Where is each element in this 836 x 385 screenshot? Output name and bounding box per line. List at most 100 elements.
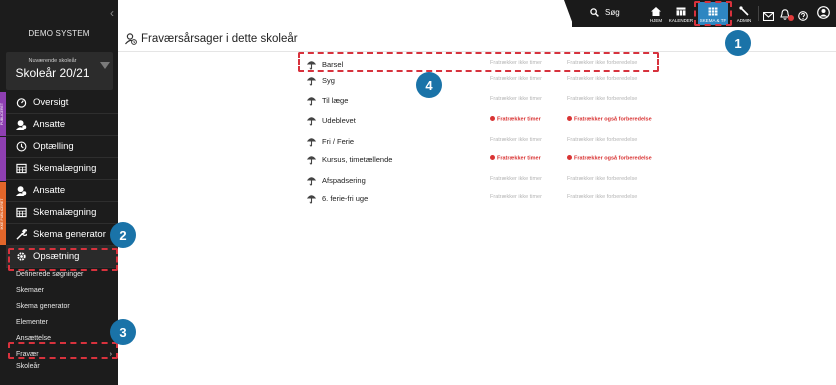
prep-deduction-status: Fratrækker ikke forberedelse [567,76,657,83]
subitem-definerede-soegninger[interactable]: Definerede søgninger [16,271,83,278]
highlight-fravaer [8,342,118,359]
absence-row[interactable]: Afspadsering Fratrækker ikke timer Fratræk… [306,173,656,189]
hours-deduction-text: Fratrækker ikke timer [490,76,542,82]
sidebar: ‹ DEMO SYSTEM Nuværende skoleår Skoleår … [0,0,118,385]
umbrella-person-icon [306,97,317,106]
sidebar-item-label: Ansatte [33,119,66,130]
prep-deduction-text: Fratrækker også forberedelse [574,116,652,123]
warning-dot-icon [490,155,495,160]
hours-deduction-status: Fratrækker ikke timer [490,137,542,143]
sidebar-item-label: Skemalægning [33,207,97,218]
hours-deduction-text: Fratrækker ikke timer [490,194,542,200]
app-root: ‹ DEMO SYSTEM Nuværende skoleår Skoleår … [0,0,836,385]
calendar-icon [16,207,27,218]
user-icon[interactable] [817,6,830,24]
clock-icon [16,141,27,152]
prep-deduction-text: Fratrækker ikke forberedelse [567,176,638,182]
umbrella-person-icon [306,177,317,186]
calendar-icon [16,163,27,174]
highlight-opsaetning [8,248,118,271]
page-title-text: Fraværsårsager i dette skoleår [141,33,298,45]
prep-deduction-status: Fratrækker ikke forberedelse [567,96,657,103]
hours-deduction-text: Fratrækker timer [497,155,541,162]
nav-kalender-label: KALENDER [668,18,694,23]
umbrella-person-icon [306,195,317,204]
section-unpublished-label: IKKE PUBLICERET [0,198,4,229]
school-year-selector[interactable]: Nuværende skoleår Skoleår 20/21 [6,52,113,90]
prep-deduction-status: Fratrækker også forberedelse [567,155,657,163]
callout-1: 1 [725,30,751,56]
subitem-skoleaar[interactable]: Skoleår [16,363,40,370]
sidebar-item-skemalaegning-unpublished[interactable]: Skemalægning [6,202,118,224]
search-button[interactable]: Søg [590,8,620,17]
prep-deduction-status: Fratrækker ikke forberedelse [567,176,657,183]
sidebar-item-skema-generator[interactable]: Skema generator [6,224,118,246]
caret-down-icon [100,62,110,69]
absence-name: Afspadsering [322,176,366,185]
nav-kalender-button[interactable]: KALENDER [666,2,696,25]
absence-row[interactable]: Syg Fratrækker ikke timer Fratrækker ikke … [306,73,656,89]
nav-admin-button[interactable]: ADMIN [732,2,756,25]
absence-name: Syg [322,76,335,85]
absence-row[interactable]: 6. ferie-fri uge Fratrækker ikke timer Fra… [306,191,656,207]
warning-dot-icon [567,116,572,121]
hours-deduction-text: Fratrækker ikke timer [490,96,542,102]
topbar-divider [758,6,759,21]
hours-deduction-status: Fratrækker timer [490,155,541,162]
highlight-row-barsel [298,52,659,72]
absence-row[interactable]: Udeblevet Fratrækker timer Fratrækker også… [306,113,656,129]
absence-row[interactable]: Kursus, timetællende Fratrækker timer Frat… [306,152,656,168]
prep-deduction-status: Fratrækker ikke forberedelse [567,194,657,201]
absence-row[interactable]: Til læge Fratrækker ikke timer Fratrækker … [306,93,656,109]
sidebar-item-ansatte-unpublished[interactable]: Ansatte [6,180,118,202]
absence-name: Kursus, timetællende [322,155,393,164]
prep-deduction-status: Fratrækker også forberedelse [567,116,657,124]
hours-deduction-text: Fratrækker timer [497,116,541,123]
sidebar-item-ansatte[interactable]: Ansatte [6,114,118,136]
subitem-skema-generator[interactable]: Skema generator [16,303,70,310]
callout-4: 4 [416,72,442,98]
wrench-icon [739,6,749,16]
prep-deduction-text: Fratrækker ikke forberedelse [567,137,638,143]
absence-row[interactable]: Fri / Ferie Fratrækker ikke timer Fratrækk… [306,134,656,150]
sidebar-item-oversigt[interactable]: Oversigt [6,92,118,114]
absence-name: 6. ferie-fri uge [322,194,369,203]
users-icon [16,185,27,196]
absence-name: Fri / Ferie [322,137,355,146]
sidebar-item-optaelling[interactable]: Optælling [6,136,118,158]
hours-deduction-text: Fratrækker ikke timer [490,137,542,143]
notification-badge [788,15,794,21]
prep-deduction-text: Fratrækker også forberedelse [574,155,652,162]
sidebar-item-label: Skemalægning [33,163,97,174]
warning-dot-icon [567,155,572,160]
page-title: Fraværsårsager i dette skoleår [125,33,298,45]
hours-deduction-status: Fratrækker ikke timer [490,76,542,82]
absence-name: Udeblevet [322,116,356,125]
calendar-icon [676,7,686,16]
sidebar-item-label: Optælling [33,141,74,152]
help-icon[interactable] [798,8,808,26]
users-icon [16,119,27,130]
umbrella-person-icon [306,77,317,86]
prep-deduction-text: Fratrækker ikke forberedelse [567,96,638,102]
sidebar-item-label: Oversigt [33,97,69,108]
subitem-skemaer[interactable]: Skemaer [16,287,44,294]
subitem-ansaettelse[interactable]: Ansættelse [16,335,51,342]
umbrella-person-icon [306,156,317,165]
hours-deduction-status: Fratrækker ikke timer [490,96,542,102]
umbrella-person-icon [306,117,317,126]
search-icon [590,8,599,17]
collapse-sidebar-icon[interactable]: ‹ [110,6,114,20]
hours-deduction-status: Fratrækker ikke timer [490,194,542,200]
highlight-skema-tf [694,1,732,26]
sidebar-item-label: Skema generator [33,229,106,240]
nav-hjem-button[interactable]: HJEM [645,2,667,25]
sidebar-item-skemalaegning[interactable]: Skemalægning [6,158,118,180]
mail-icon[interactable] [762,8,775,26]
nav-hjem-label: HJEM [649,18,663,23]
subitem-elementer[interactable]: Elementer [16,319,48,326]
hours-deduction-status: Fratrækker ikke timer [490,176,542,182]
school-year-label: Nuværende skoleår [28,58,77,64]
prep-deduction-status: Fratrækker ikke forberedelse [567,137,657,144]
hours-deduction-text: Fratrækker ikke timer [490,176,542,182]
